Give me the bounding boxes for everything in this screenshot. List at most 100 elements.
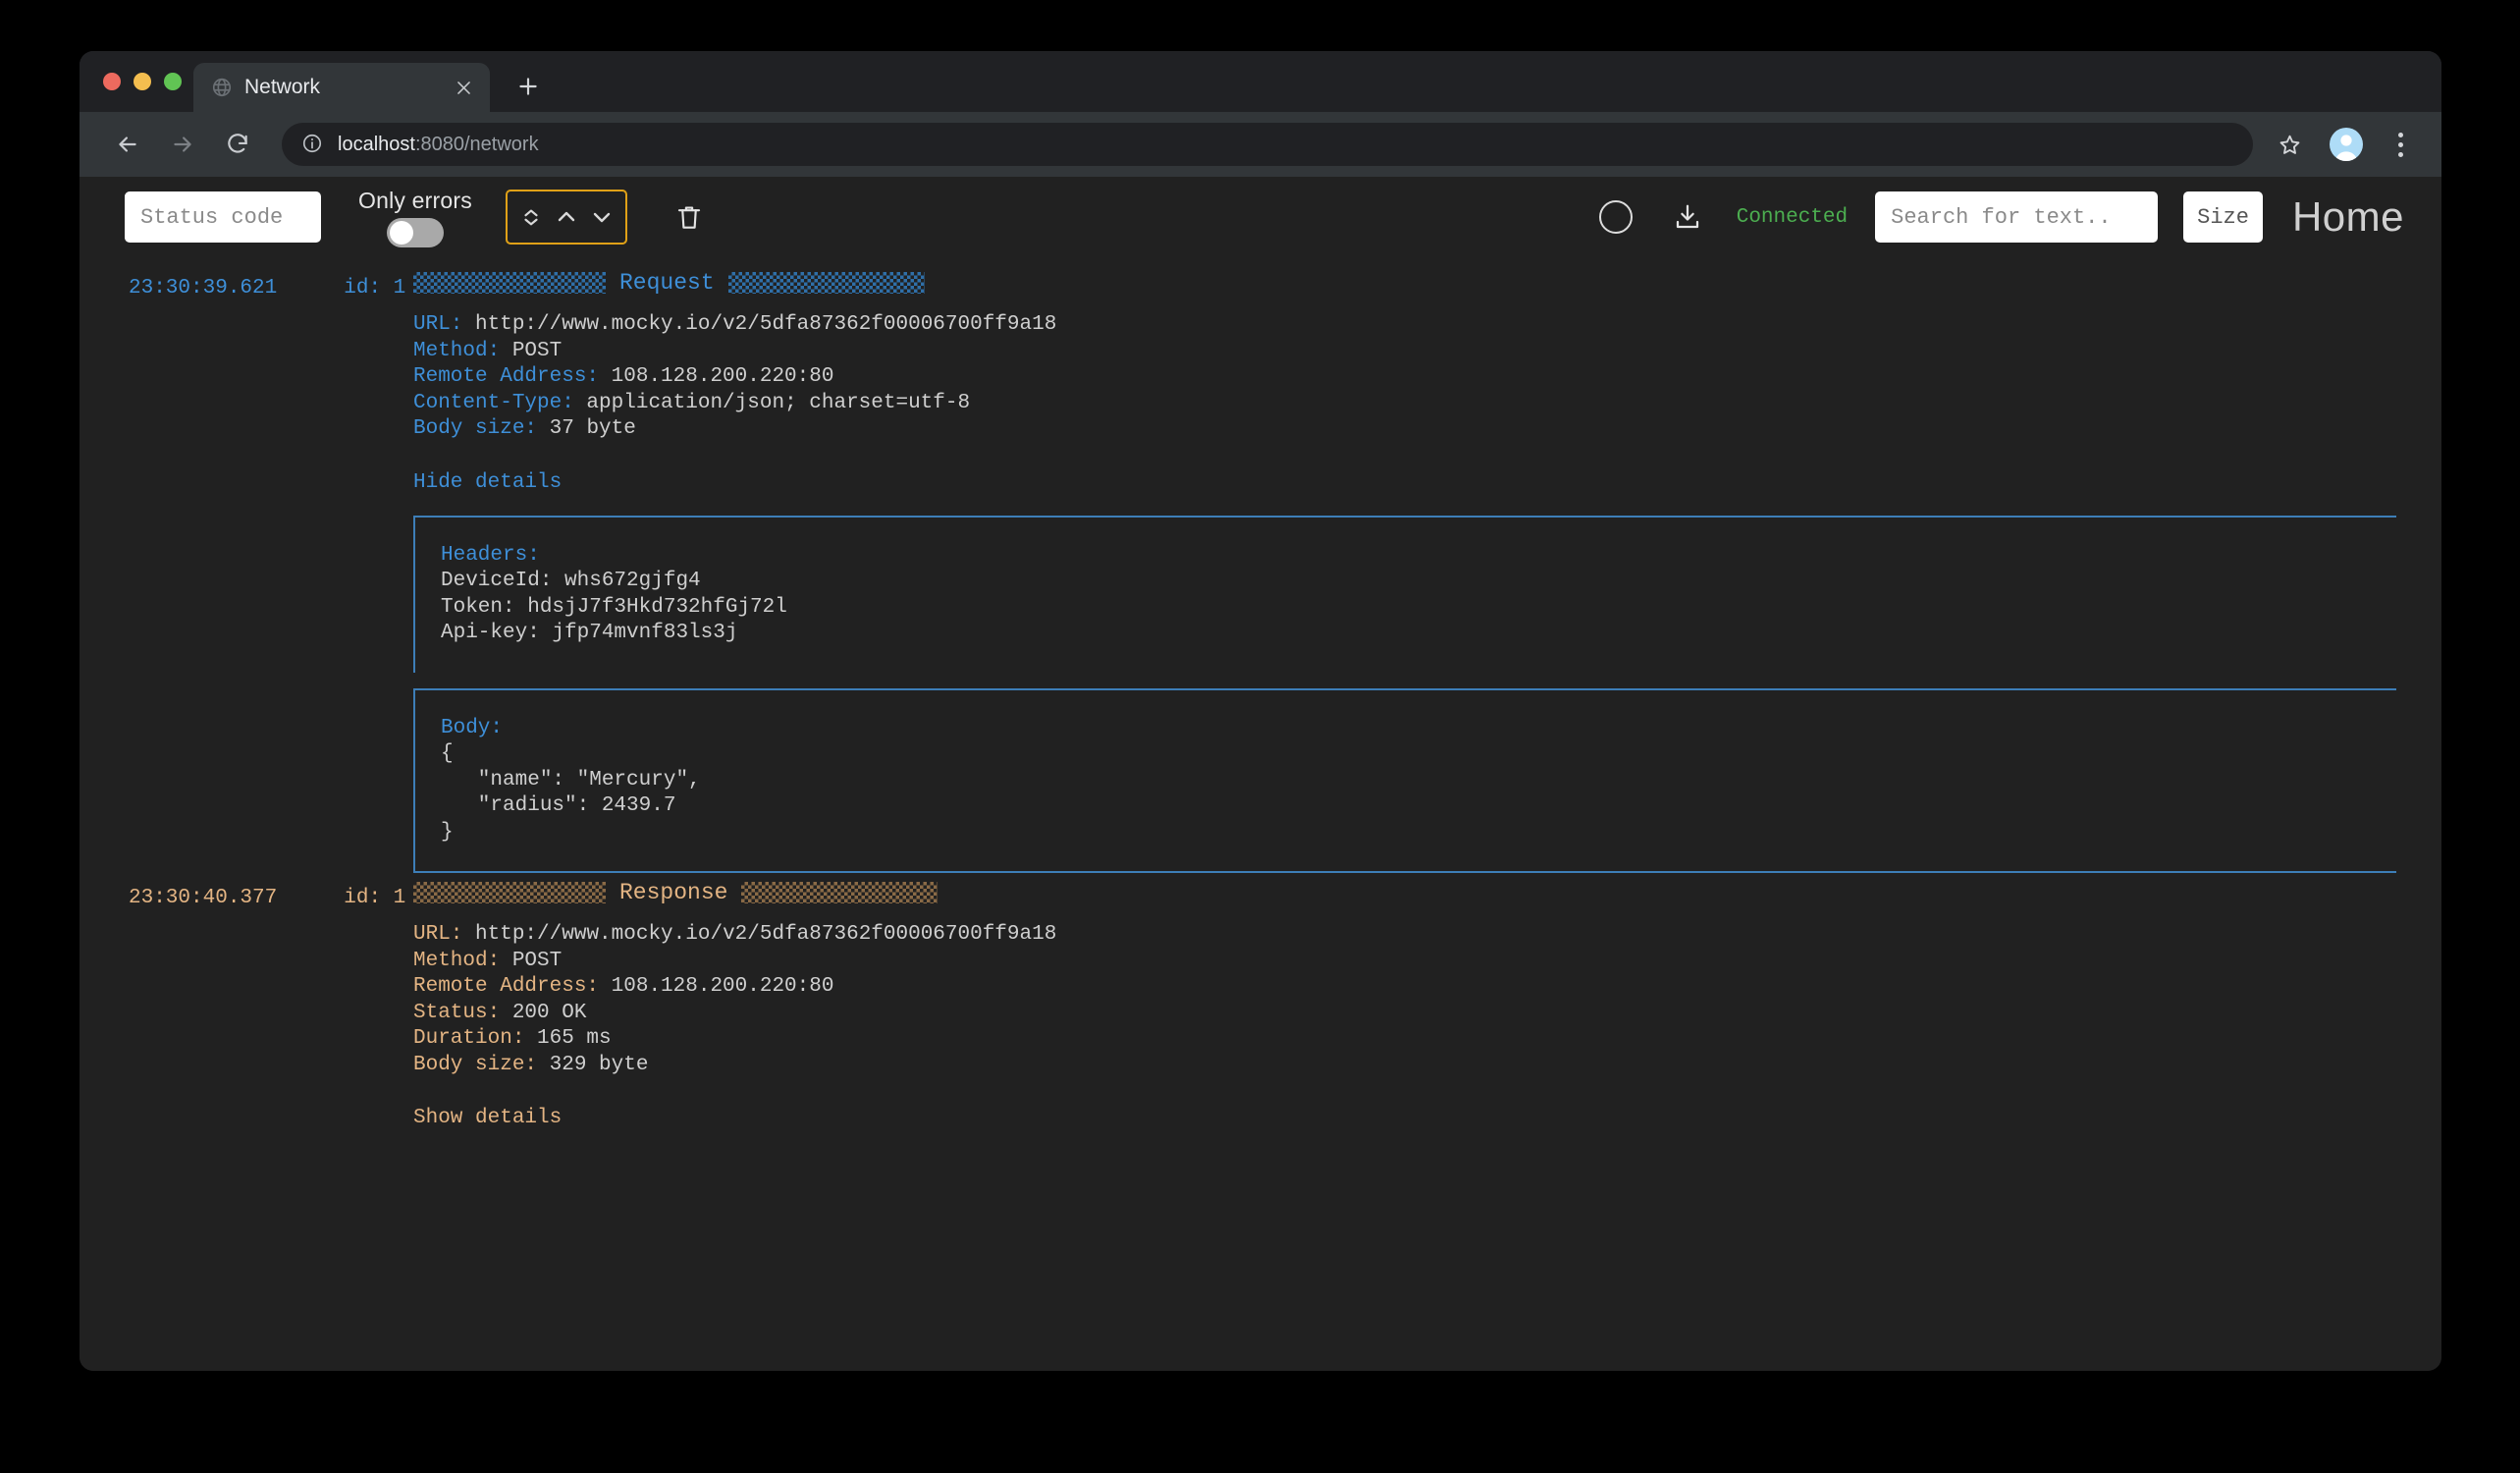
toolbar-left-group: Only errors — [125, 188, 712, 247]
hatch-decoration-left — [413, 882, 606, 903]
details-box: Body:{ "name": "Mercury", "radius": 2439… — [413, 688, 2396, 874]
details-line: DeviceId: whs672gjfg4 — [441, 569, 2396, 595]
globe-icon — [211, 77, 233, 98]
field-value: 37 byte — [537, 417, 636, 440]
field-row: Remote Address: 108.128.200.220:80 — [413, 364, 2396, 391]
toggle-knob — [390, 221, 413, 245]
field-row: Body size: 329 byte — [413, 1053, 2396, 1079]
field-row: URL: http://www.mocky.io/v2/5dfa87362f00… — [413, 922, 2396, 949]
section-title: Response — [606, 880, 741, 905]
field-list: URL: http://www.mocky.io/v2/5dfa87362f00… — [413, 922, 2396, 1078]
details-box: Headers:DeviceId: whs672gjfg4Token: hdsj… — [413, 516, 2396, 673]
url-bar[interactable]: localhost:8080/network — [282, 123, 2253, 166]
kebab-menu-icon[interactable] — [2381, 124, 2420, 165]
only-errors-toggle[interactable] — [387, 218, 444, 247]
toolbar-right-group: Connected Size Home — [1599, 191, 2404, 243]
field-list: URL: http://www.mocky.io/v2/5dfa87362f00… — [413, 312, 2396, 443]
field-key: Body size: — [413, 1054, 537, 1076]
only-errors-control[interactable]: Only errors — [358, 188, 472, 247]
minimize-window-button[interactable] — [134, 73, 151, 90]
field-key: URL: — [413, 313, 462, 336]
field-row: Remote Address: 108.128.200.220:80 — [413, 974, 2396, 1001]
maximize-window-button[interactable] — [164, 73, 182, 90]
tab-strip: Network — [80, 51, 2441, 112]
only-errors-label: Only errors — [358, 188, 472, 214]
url-path: :8080/network — [415, 134, 539, 155]
search-input[interactable] — [1875, 191, 2158, 243]
field-key: Duration: — [413, 1027, 524, 1050]
field-key: Method: — [413, 950, 500, 972]
size-button[interactable]: Size — [2183, 191, 2263, 243]
details-toggle-link[interactable]: Show details — [413, 1107, 562, 1129]
star-icon[interactable] — [2269, 124, 2310, 165]
section-title: Request — [606, 270, 728, 296]
field-row: Method: POST — [413, 949, 2396, 975]
connection-status: Connected — [1737, 206, 1848, 229]
window-traffic-lights — [97, 51, 193, 112]
log-entry: 23:30:39.621 id: 1 Request URL: http://www.… — [80, 263, 2441, 873]
field-key: URL: — [413, 923, 462, 946]
entry-body: Request URL: http://www.mocky.io/v2/5dfa8… — [413, 263, 2441, 873]
entry-meta: 23:30:40.377 id: 1 — [80, 873, 413, 1135]
url-text: localhost:8080/network — [338, 134, 539, 156]
chevron-down-icon[interactable] — [586, 205, 617, 229]
arrow-right-icon[interactable] — [160, 122, 205, 167]
download-icon[interactable] — [1668, 197, 1707, 237]
field-row: Status: 200 OK — [413, 1001, 2396, 1027]
details-toggle-link[interactable]: Hide details — [413, 471, 562, 494]
field-row: Method: POST — [413, 339, 2396, 365]
details-line: { — [441, 741, 2396, 768]
avatar-icon[interactable] — [2330, 128, 2363, 161]
entry-meta: 23:30:39.621 id: 1 — [80, 263, 413, 873]
entry-id: id: 1 — [344, 887, 405, 1135]
details-label: Body: — [441, 716, 2396, 742]
record-circle-icon[interactable] — [1599, 200, 1633, 234]
field-key: Remote Address: — [413, 975, 599, 998]
field-value: application/json; charset=utf-8 — [574, 392, 970, 414]
trash-icon[interactable] — [667, 194, 712, 240]
field-key: Content-Type: — [413, 392, 574, 414]
field-row: Body size: 37 byte — [413, 416, 2396, 443]
chevron-up-icon[interactable] — [551, 205, 582, 229]
entry-timestamp: 23:30:39.621 — [129, 277, 277, 873]
details-line: } — [441, 820, 2396, 846]
details-line: "name": "Mercury", — [441, 768, 2396, 794]
field-key: Method: — [413, 340, 500, 362]
tab-title: Network — [244, 76, 439, 99]
page-content: Only errors — [80, 177, 2441, 1371]
field-row: URL: http://www.mocky.io/v2/5dfa87362f00… — [413, 312, 2396, 339]
entry-id: id: 1 — [344, 277, 405, 873]
field-value: 108.128.200.220:80 — [599, 365, 833, 388]
field-value: 200 OK — [500, 1002, 586, 1024]
plus-icon[interactable] — [506, 64, 551, 109]
field-value: 108.128.200.220:80 — [599, 975, 833, 998]
url-host: localhost — [338, 134, 415, 155]
arrow-left-icon[interactable] — [105, 122, 150, 167]
browser-window: Network — [80, 51, 2441, 1371]
field-key: Remote Address: — [413, 365, 599, 388]
browser-tab[interactable]: Network — [193, 63, 490, 112]
chevron-up-down-icon[interactable] — [515, 202, 547, 232]
details-label: Headers: — [441, 543, 2396, 570]
field-key: Body size: — [413, 417, 537, 440]
hatch-decoration-right — [728, 272, 925, 294]
field-value: 329 byte — [537, 1054, 648, 1076]
details-line: "radius": 2439.7 — [441, 793, 2396, 820]
close-icon[interactable] — [451, 75, 476, 100]
close-window-button[interactable] — [103, 73, 121, 90]
network-log-list: 23:30:39.621 id: 1 Request URL: http://www.… — [80, 257, 2441, 1135]
entry-body: Response URL: http://www.mocky.io/v2/5dfa… — [413, 873, 2441, 1135]
address-bar: localhost:8080/network — [80, 112, 2441, 177]
details-line: Token: hdsjJ7f3Hkd732hfGj72l — [441, 595, 2396, 622]
reload-icon[interactable] — [215, 122, 260, 167]
home-link[interactable]: Home — [2292, 193, 2404, 241]
app-toolbar: Only errors — [80, 177, 2441, 257]
entry-timestamp: 23:30:40.377 — [129, 887, 277, 1135]
info-circle-icon[interactable] — [301, 133, 325, 156]
field-value: POST — [500, 950, 562, 972]
hatch-decoration-left — [413, 272, 606, 294]
field-key: Status: — [413, 1002, 500, 1024]
navigation-stepper-group — [506, 190, 627, 245]
field-row: Duration: 165 ms — [413, 1026, 2396, 1053]
status-code-input[interactable] — [125, 191, 321, 243]
